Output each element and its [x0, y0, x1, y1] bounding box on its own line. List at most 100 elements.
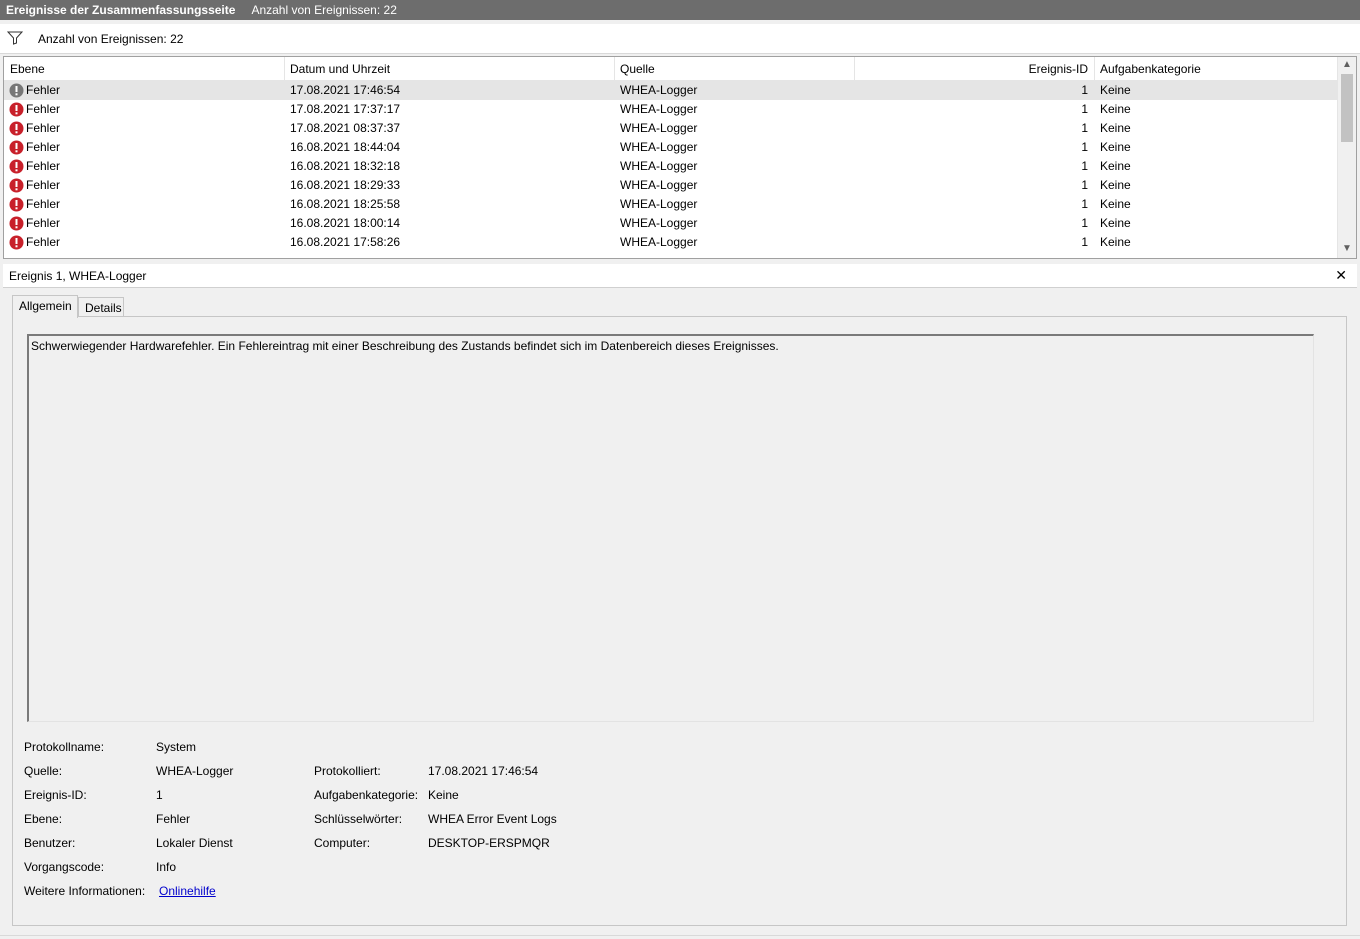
scroll-thumb[interactable] — [1341, 74, 1353, 142]
value-quelle: WHEA-Logger — [156, 764, 234, 778]
cell-datum: 17.08.2021 17:46:54 — [290, 83, 401, 97]
label-benutzer: Benutzer: — [24, 836, 76, 850]
cell-aufgabenkategorie: Keine — [1100, 121, 1131, 135]
label-schluesselwoerter: Schlüsselwörter: — [314, 812, 403, 826]
cell-ereignis-id: 1 — [1081, 216, 1088, 230]
error-icon — [9, 235, 24, 250]
cell-ebene: Fehler — [26, 197, 61, 211]
onlinehilfe-link[interactable]: Onlinehilfe — [159, 884, 216, 898]
tab-details[interactable]: Details — [78, 297, 124, 317]
error-icon — [9, 140, 24, 155]
table-row[interactable]: Fehler 16.08.2021 18:25:58 WHEA-Logger 1 Kei… — [4, 195, 1337, 214]
cell-quelle: WHEA-Logger — [620, 140, 698, 154]
detail-header: Ereignis 1, WHEA-Logger ✕ — [3, 264, 1357, 288]
cell-ebene: Fehler — [26, 83, 61, 97]
label-aufgabenkategorie: Aufgabenkategorie: — [314, 788, 419, 802]
value-protokollname: System — [156, 740, 197, 754]
vertical-scrollbar[interactable]: ▲ ▼ — [1337, 57, 1356, 258]
cell-aufgabenkategorie: Keine — [1100, 235, 1131, 249]
col-header-ebene[interactable]: Ebene — [10, 62, 45, 76]
table-row[interactable]: Fehler 16.08.2021 18:44:04 WHEA-Logger 1 Kei… — [4, 138, 1337, 157]
cell-ebene: Fehler — [26, 121, 61, 135]
label-ereignis-id: Ereignis-ID: — [24, 788, 87, 802]
table-header: Ebene Datum und Uhrzeit Quelle Ereignis-… — [4, 57, 1337, 81]
value-benutzer: Lokaler Dienst — [156, 836, 233, 850]
cell-ereignis-id: 1 — [1081, 121, 1088, 135]
cell-quelle: WHEA-Logger — [620, 83, 698, 97]
title-count: Anzahl von Ereignissen: 22 — [251, 3, 397, 17]
value-computer: DESKTOP-ERSPMQR — [428, 836, 550, 850]
value-ereignis-id: 1 — [156, 788, 163, 802]
description-text: Schwerwiegender Hardwarefehler. Ein Fehl… — [31, 339, 779, 353]
table-row[interactable]: Fehler 16.08.2021 18:00:14 WHEA-Logger 1 Kei… — [4, 214, 1337, 233]
value-protokolliert: 17.08.2021 17:46:54 — [428, 764, 539, 778]
scroll-down-icon[interactable]: ▼ — [1342, 244, 1352, 254]
close-icon[interactable]: ✕ — [1335, 267, 1347, 284]
cell-aufgabenkategorie: Keine — [1100, 140, 1131, 154]
cell-ereignis-id: 1 — [1081, 178, 1088, 192]
cell-aufgabenkategorie: Keine — [1100, 216, 1131, 230]
cell-ereignis-id: 1 — [1081, 83, 1088, 97]
scroll-up-icon[interactable]: ▲ — [1342, 60, 1352, 70]
funnel-icon[interactable] — [7, 31, 23, 45]
cell-ereignis-id: 1 — [1081, 102, 1088, 116]
cell-quelle: WHEA-Logger — [620, 178, 698, 192]
value-schluesselwoerter: WHEA Error Event Logs — [428, 812, 557, 826]
cell-ereignis-id: 1 — [1081, 235, 1088, 249]
filter-count: Anzahl von Ereignissen: 22 — [38, 32, 184, 46]
label-weitere-informationen: Weitere Informationen: — [24, 884, 146, 898]
cell-ebene: Fehler — [26, 235, 61, 249]
label-quelle: Quelle: — [24, 764, 63, 778]
table-row[interactable]: Fehler 17.08.2021 17:46:54 WHEA-Logger 1 Kei… — [4, 81, 1337, 100]
cell-datum: 16.08.2021 18:29:33 — [290, 178, 401, 192]
cell-aufgabenkategorie: Keine — [1100, 102, 1131, 116]
cell-aufgabenkategorie: Keine — [1100, 159, 1131, 173]
bottom-border — [0, 935, 1360, 939]
table-row[interactable]: Fehler 17.08.2021 17:37:17 WHEA-Logger 1 Kei… — [4, 100, 1337, 119]
cell-datum: 16.08.2021 17:58:26 — [290, 235, 401, 249]
cell-ebene: Fehler — [26, 178, 61, 192]
table-row[interactable]: Fehler 17.08.2021 08:37:37 WHEA-Logger 1 Kei… — [4, 119, 1337, 138]
value-vorgangscode: Info — [156, 860, 177, 874]
value-ebene: Fehler — [156, 812, 191, 826]
cell-ebene: Fehler — [26, 216, 61, 230]
events-table: Ebene Datum und Uhrzeit Quelle Ereignis-… — [3, 56, 1357, 259]
label-ebene: Ebene: — [24, 812, 63, 826]
col-header-quelle[interactable]: Quelle — [620, 62, 655, 76]
col-header-kategorie[interactable]: Aufgabenkategorie — [1100, 62, 1201, 76]
label-protokollname: Protokollname: — [24, 740, 105, 754]
cell-quelle: WHEA-Logger — [620, 102, 698, 116]
cell-quelle: WHEA-Logger — [620, 121, 698, 135]
cell-ereignis-id: 1 — [1081, 140, 1088, 154]
cell-quelle: WHEA-Logger — [620, 235, 698, 249]
title-bar: Ereignisse der Zusammenfassungsseite Anz… — [0, 0, 1360, 20]
error-icon — [9, 121, 24, 136]
table-row[interactable]: Fehler 16.08.2021 18:29:33 WHEA-Logger 1 Kei… — [4, 176, 1337, 195]
error-icon — [9, 216, 24, 231]
error-icon — [9, 83, 24, 98]
col-header-id[interactable]: Ereignis-ID — [854, 62, 1088, 76]
label-protokolliert: Protokolliert: — [314, 764, 381, 778]
cell-aufgabenkategorie: Keine — [1100, 83, 1131, 97]
table-row[interactable]: Fehler 16.08.2021 17:58:26 WHEA-Logger 1 Kei… — [4, 233, 1337, 252]
cell-datum: 16.08.2021 18:32:18 — [290, 159, 401, 173]
cell-quelle: WHEA-Logger — [620, 197, 698, 211]
cell-ebene: Fehler — [26, 159, 61, 173]
cell-datum: 16.08.2021 18:00:14 — [290, 216, 401, 230]
error-icon — [9, 159, 24, 174]
tab-allgemein[interactable]: Allgemein — [12, 295, 78, 318]
error-icon — [9, 197, 24, 212]
filter-bar: Anzahl von Ereignissen: 22 — [0, 24, 1360, 54]
cell-datum: 17.08.2021 17:37:17 — [290, 102, 401, 116]
cell-ebene: Fehler — [26, 102, 61, 116]
col-header-datum[interactable]: Datum und Uhrzeit — [290, 62, 390, 76]
label-computer: Computer: — [314, 836, 371, 850]
error-icon — [9, 178, 24, 193]
value-aufgabenkategorie: Keine — [428, 788, 459, 802]
cell-quelle: WHEA-Logger — [620, 216, 698, 230]
detail-title: Ereignis 1, WHEA-Logger — [9, 269, 147, 283]
table-row[interactable]: Fehler 16.08.2021 18:32:18 WHEA-Logger 1 Kei… — [4, 157, 1337, 176]
description-box[interactable]: Schwerwiegender Hardwarefehler. Ein Fehl… — [27, 334, 1314, 722]
title-text: Ereignisse der Zusammenfassungsseite — [6, 3, 236, 17]
error-icon — [9, 102, 24, 117]
